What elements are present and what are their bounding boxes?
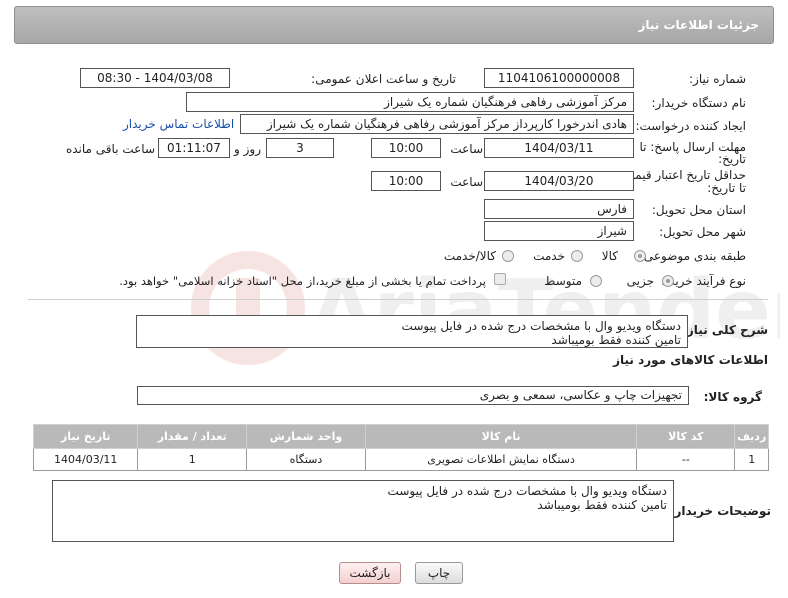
- days-label: روز و: [234, 142, 261, 156]
- category-label: طبقه بندی موضوعی:: [639, 249, 746, 263]
- buyer-field[interactable]: مرکز آموزشی رفاهی فرهنگیان شماره یک شیرا…: [186, 92, 634, 112]
- table-header-row: ردیف کد کالا نام کالا واحد شمارش تعداد /…: [32, 424, 769, 449]
- col-date: تاریخ نیاز: [32, 424, 139, 449]
- validity-label-2: تا تاریخ:: [707, 181, 746, 195]
- announce-label: تاریخ و ساعت اعلان عمومی:: [311, 72, 456, 86]
- deadline-time-label: ساعت: [450, 142, 483, 156]
- buyer-notes-label: توضیحات خریدار:: [669, 504, 771, 518]
- col-code: کد کالا: [636, 424, 736, 449]
- header-panel: جزئیات اطلاعات نیاز: [14, 6, 774, 44]
- remaining-time-field[interactable]: 01:11:07: [158, 138, 230, 158]
- category-option-goods: کالا: [601, 249, 618, 263]
- announce-field[interactable]: 1404/03/08 - 08:30: [80, 68, 230, 88]
- cell-quantity: 1: [137, 448, 247, 471]
- page-title: جزئیات اطلاعات نیاز: [638, 18, 759, 32]
- col-unit: واحد شمارش: [245, 424, 366, 449]
- need-number-label: شماره نیاز:: [689, 72, 746, 86]
- creator-field[interactable]: هادی اندرخورا کارپرداز مرکز آموزشی رفاهی…: [240, 114, 634, 134]
- goods-table: ردیف کد کالا نام کالا واحد شمارش تعداد /…: [32, 424, 769, 471]
- category-option-service: خدمت: [533, 249, 565, 263]
- cell-date: 1404/03/11: [32, 448, 139, 471]
- deadline-time-field[interactable]: 10:00: [371, 138, 441, 158]
- validity-date-field[interactable]: 1404/03/20: [484, 171, 634, 191]
- category-option-goods-service: کالا/خدمت: [443, 249, 496, 263]
- cell-name: دستگاه نمایش اطلاعات تصویری: [364, 448, 638, 471]
- city-field[interactable]: شیراز: [484, 221, 634, 241]
- city-label: شهر محل تحویل:: [659, 225, 746, 239]
- cell-row: 1: [734, 448, 769, 471]
- creator-label: ایجاد کننده درخواست:: [635, 119, 746, 133]
- process-radio-medium[interactable]: [590, 275, 602, 287]
- days-field[interactable]: 3: [266, 138, 334, 158]
- table-row[interactable]: 1 -- دستگاه نمایش اطلاعات تصویری دستگاه …: [32, 448, 769, 471]
- treasury-payment-checkbox[interactable]: [494, 273, 506, 285]
- description-label: شرح کلی نیاز:: [682, 323, 768, 337]
- divider: [28, 299, 768, 300]
- back-button[interactable]: بازگشت: [339, 562, 401, 584]
- buyer-label: نام دستگاه خریدار:: [651, 96, 747, 110]
- process-option-medium: متوسط: [544, 274, 582, 288]
- col-quantity: تعداد / مقدار: [137, 424, 247, 449]
- province-label: استان محل تحویل:: [651, 203, 746, 217]
- goods-section-title: اطلاعات کالاهای مورد نیاز: [613, 353, 768, 367]
- validity-time-field[interactable]: 10:00: [371, 171, 441, 191]
- remaining-label: ساعت باقی مانده: [65, 142, 155, 156]
- category-radio-service[interactable]: [571, 250, 583, 262]
- col-row: ردیف: [734, 424, 769, 449]
- deadline-date-field[interactable]: 1404/03/11: [484, 138, 634, 158]
- need-number-field[interactable]: 1104106100000008: [484, 68, 634, 88]
- cell-unit: دستگاه: [245, 448, 366, 471]
- goods-group-field[interactable]: تجهیزات چاپ و عکاسی، سمعی و بصری: [137, 386, 689, 405]
- process-option-minor: جزیی: [626, 274, 654, 288]
- goods-group-label: گروه کالا:: [703, 390, 762, 404]
- treasury-payment-note: پرداخت تمام یا بخشی از مبلغ خرید،از محل …: [119, 274, 486, 288]
- validity-time-label: ساعت: [450, 175, 483, 189]
- deadline-label-2: تاریخ:: [718, 152, 746, 166]
- description-textarea[interactable]: دستگاه ویدیو وال با مشخصات درج شده در فا…: [136, 315, 688, 348]
- validity-label: حداقل تاریخ اعتبار قیمت:: [619, 168, 746, 182]
- contact-info-link[interactable]: اطلاعات تماس خریدار: [123, 117, 234, 131]
- category-radio-goods-service[interactable]: [502, 250, 514, 262]
- category-radio-goods[interactable]: [634, 250, 646, 262]
- province-field[interactable]: فارس: [484, 199, 634, 219]
- cell-code: --: [636, 448, 736, 471]
- process-radio-minor[interactable]: [662, 275, 674, 287]
- col-name: نام کالا: [364, 424, 638, 449]
- buyer-notes-textarea[interactable]: دستگاه ویدیو وال با مشخصات درج شده در فا…: [52, 480, 674, 542]
- print-button[interactable]: چاپ: [415, 562, 463, 584]
